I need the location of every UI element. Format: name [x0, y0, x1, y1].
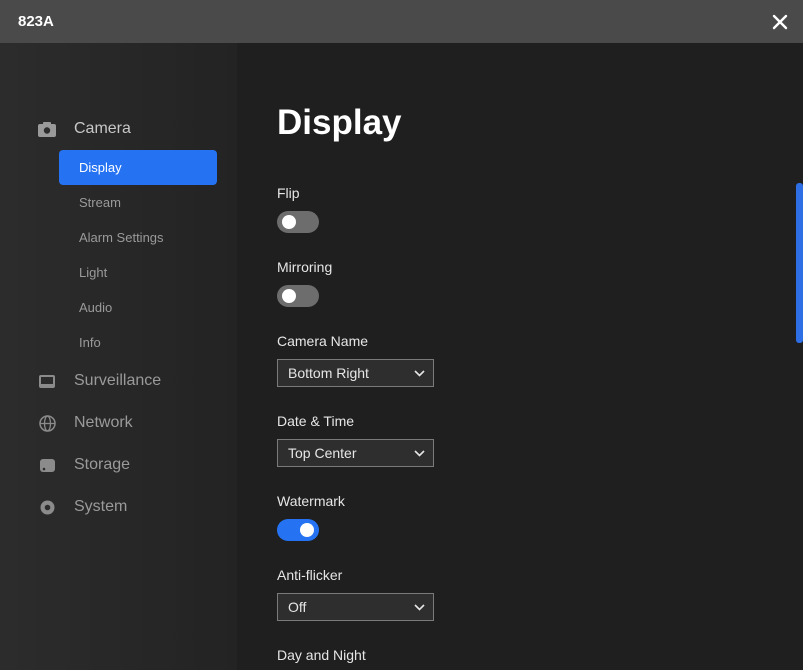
sidebar-group-storage[interactable]: Storage — [0, 444, 237, 486]
drive-icon — [38, 456, 56, 474]
close-icon[interactable] — [771, 13, 789, 31]
anti-flicker-value: Off — [288, 599, 306, 615]
chevron-down-icon — [414, 370, 425, 377]
page-title: Display — [277, 103, 803, 143]
date-time-select[interactable]: Top Center — [277, 439, 434, 467]
sidebar-item-audio[interactable]: Audio — [0, 290, 237, 325]
date-time-value: Top Center — [288, 445, 356, 461]
scrollbar-thumb[interactable] — [796, 183, 803, 343]
sidebar-group-network[interactable]: Network — [0, 402, 237, 444]
camera-icon — [38, 120, 56, 138]
sidebar-item-info[interactable]: Info — [0, 325, 237, 360]
sidebar-item-light[interactable]: Light — [0, 255, 237, 290]
sidebar-item-display[interactable]: Display — [59, 150, 217, 185]
globe-icon — [38, 414, 56, 432]
sidebar-item-stream[interactable]: Stream — [0, 185, 237, 220]
mirroring-label: Mirroring — [277, 259, 803, 275]
sidebar-group-surveillance[interactable]: Surveillance — [0, 360, 237, 402]
gear-icon — [38, 498, 56, 516]
camera-name-select[interactable]: Bottom Right — [277, 359, 434, 387]
sidebar-group-system[interactable]: System — [0, 486, 237, 528]
chevron-down-icon — [414, 450, 425, 457]
sidebar-group-label: Storage — [74, 456, 130, 474]
titlebar-title: 823A — [18, 13, 54, 30]
sidebar-item-alarm[interactable]: Alarm Settings — [0, 220, 237, 255]
main-panel: Display Flip Mirroring Camera Name Botto… — [237, 43, 803, 670]
date-time-label: Date & Time — [277, 413, 803, 429]
day-night-label: Day and Night — [277, 647, 803, 663]
flip-toggle[interactable] — [277, 211, 319, 233]
sidebar-group-label: System — [74, 498, 127, 516]
sidebar-group-label: Surveillance — [74, 372, 161, 390]
titlebar: 823A — [0, 0, 803, 43]
chevron-down-icon — [414, 604, 425, 611]
sidebar-group-camera[interactable]: Camera — [0, 108, 237, 150]
sidebar-group-label: Network — [74, 414, 133, 432]
watermark-toggle[interactable] — [277, 519, 319, 541]
sidebar-group-label: Camera — [74, 120, 131, 138]
sidebar: Camera Display Stream Alarm Settings Lig… — [0, 43, 237, 670]
camera-name-value: Bottom Right — [288, 365, 369, 381]
camera-name-label: Camera Name — [277, 333, 803, 349]
mirroring-toggle[interactable] — [277, 285, 319, 307]
monitor-icon — [38, 372, 56, 390]
anti-flicker-label: Anti-flicker — [277, 567, 803, 583]
anti-flicker-select[interactable]: Off — [277, 593, 434, 621]
flip-label: Flip — [277, 185, 803, 201]
watermark-label: Watermark — [277, 493, 803, 509]
